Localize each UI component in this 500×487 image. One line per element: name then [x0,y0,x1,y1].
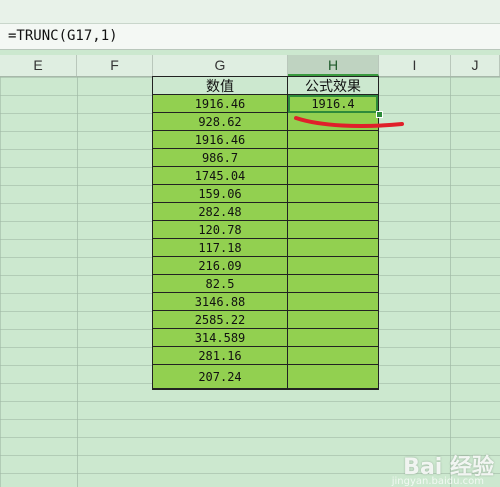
red-underline-annotation [294,116,404,128]
watermark-url: jingyan.baidu.com [391,476,484,487]
